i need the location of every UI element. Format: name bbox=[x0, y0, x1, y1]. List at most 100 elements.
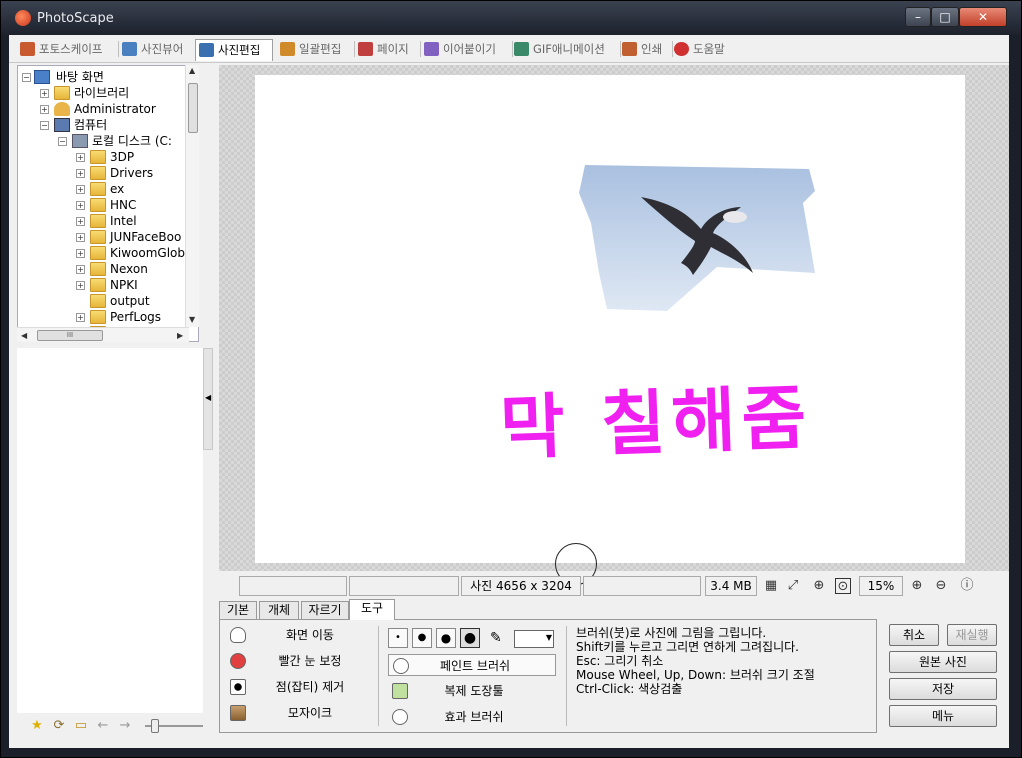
photoscape-logo-icon bbox=[15, 10, 31, 26]
tools-panel: 화면 이동 빨간 눈 보정 점(잡티) 제거 모자이크 • ● ● ● ✎ ▼ … bbox=[219, 619, 877, 733]
batch-tab-icon bbox=[280, 42, 295, 56]
main-content: 포토스케이프 사진뷰어 사진편집 일괄편집 페이지 이어붙이기 GIF애니메이션… bbox=[9, 35, 1009, 748]
brush-size-3[interactable]: ● bbox=[436, 628, 456, 648]
gif-tab-icon bbox=[514, 42, 529, 56]
editor-tabs: 기본 개체 자르기 도구 bbox=[219, 599, 419, 620]
image-dimensions: 사진 4656 x 3204 bbox=[461, 576, 581, 596]
scroll-thumb[interactable]: III bbox=[37, 330, 103, 341]
tab-editor[interactable]: 사진편집 bbox=[195, 39, 273, 61]
tab-crop[interactable]: 자르기 bbox=[301, 601, 349, 619]
photo-canvas[interactable]: 막 칠해줌 bbox=[255, 75, 965, 563]
tab-basic[interactable]: 기본 bbox=[219, 601, 257, 619]
folder-icon bbox=[90, 230, 106, 244]
collapse-icon[interactable]: − bbox=[58, 137, 67, 146]
help-text: 브러쉬(붓)로 사진에 그림을 그립니다. Shift키를 누르고 그리면 연하… bbox=[576, 626, 815, 696]
fit-screen-icon[interactable]: ⤢ bbox=[785, 578, 801, 594]
app-window: PhotoScape – □ ✕ 포토스케이프 사진뷰어 사진편집 일괄편집 페… bbox=[0, 0, 1022, 758]
scroll-thumb[interactable] bbox=[188, 83, 198, 133]
page-tab-icon bbox=[358, 42, 373, 56]
tab-combine[interactable]: 이어붙이기 bbox=[421, 39, 513, 61]
pan-tool[interactable]: 화면 이동 bbox=[230, 624, 380, 646]
mosaic-tool[interactable]: 모자이크 bbox=[230, 702, 380, 724]
user-icon bbox=[54, 102, 70, 116]
scroll-up-icon[interactable]: ▲ bbox=[189, 66, 195, 75]
tab-photoscape[interactable]: 포토스케이프 bbox=[17, 39, 119, 61]
folder-icon bbox=[90, 310, 106, 324]
effect-brush-tool[interactable]: 효과 브러쉬 bbox=[388, 706, 556, 728]
tree-vertical-scrollbar[interactable]: ▲ ▼ bbox=[185, 65, 199, 327]
tab-help[interactable]: 도움말 bbox=[671, 39, 737, 61]
scroll-down-icon[interactable]: ▼ bbox=[189, 315, 195, 324]
spot-removal-tool[interactable]: 점(잡티) 제거 bbox=[230, 676, 380, 698]
folder-icon bbox=[90, 262, 106, 276]
refresh-icon[interactable]: ⟳ bbox=[51, 718, 67, 734]
brush-color-picker[interactable]: ▼ bbox=[514, 630, 554, 648]
original-photo-button[interactable]: 원본 사진 bbox=[889, 651, 997, 673]
library-icon bbox=[54, 86, 70, 100]
folder-tree[interactable]: − 바탕 화면 + 라이브러리 + Administrator − 컴퓨터 − 로컬 디스… bbox=[17, 65, 199, 342]
tab-gif[interactable]: GIF애니메이션 bbox=[511, 39, 621, 61]
info-icon[interactable]: ⓘ bbox=[959, 578, 975, 594]
title-bar[interactable]: PhotoScape – □ ✕ bbox=[1, 1, 1021, 35]
collapse-icon[interactable]: − bbox=[22, 73, 31, 82]
spot-icon bbox=[230, 679, 246, 695]
seagull-photo bbox=[579, 165, 815, 311]
tab-tools[interactable]: 도구 bbox=[349, 599, 395, 620]
tab-object[interactable]: 개체 bbox=[259, 601, 299, 619]
menu-button[interactable]: 메뉴 bbox=[889, 705, 997, 727]
back-arrow-icon[interactable]: ← bbox=[95, 718, 111, 734]
left-toolbar: ★ ⟳ ▭ ← → bbox=[17, 713, 209, 739]
expand-icon[interactable]: + bbox=[40, 105, 49, 114]
folder-open-icon[interactable]: ▭ bbox=[73, 718, 89, 734]
paint-brush-tool[interactable]: 페인트 브러쉬 bbox=[388, 654, 556, 676]
checker-bg-icon[interactable]: ▦ bbox=[763, 578, 779, 594]
actual-size-icon[interactable]: ⊕ bbox=[811, 578, 827, 594]
scroll-left-icon[interactable]: ◀ bbox=[21, 331, 27, 340]
effect-brush-icon bbox=[392, 709, 408, 725]
zoom-in-icon[interactable]: ⊕ bbox=[909, 578, 925, 594]
tab-batch[interactable]: 일괄편집 bbox=[277, 39, 355, 61]
collapse-left-icon: ◀ bbox=[205, 393, 212, 402]
eyedropper-icon[interactable]: ✎ bbox=[490, 630, 502, 646]
combine-tab-icon bbox=[424, 42, 439, 56]
canvas-area[interactable]: 막 칠해줌 bbox=[219, 65, 1009, 585]
maximize-button[interactable]: □ bbox=[931, 7, 959, 27]
scroll-right-icon[interactable]: ▶ bbox=[177, 331, 183, 340]
separator bbox=[566, 626, 567, 726]
expand-icon[interactable]: + bbox=[40, 89, 49, 98]
slider-knob[interactable] bbox=[151, 719, 159, 733]
star-icon[interactable]: ★ bbox=[29, 718, 45, 734]
zoom-out-icon[interactable]: ⊖ bbox=[933, 578, 949, 594]
zoom-fit-icon[interactable]: ⊙ bbox=[835, 578, 851, 594]
brush-size-1[interactable]: • bbox=[388, 628, 408, 648]
editor-tab-icon bbox=[199, 43, 214, 57]
hand-icon bbox=[230, 627, 246, 643]
red-eye-tool[interactable]: 빨간 눈 보정 bbox=[230, 650, 380, 672]
desktop-icon bbox=[34, 70, 50, 84]
redo-button[interactable]: 재실행 bbox=[947, 624, 997, 646]
close-button[interactable]: ✕ bbox=[959, 7, 1007, 27]
panel-splitter[interactable]: ◀ bbox=[203, 348, 213, 450]
forward-arrow-icon[interactable]: → bbox=[117, 718, 133, 734]
mosaic-icon bbox=[230, 705, 246, 721]
window-title: PhotoScape bbox=[37, 11, 114, 26]
thumbnail-pane[interactable] bbox=[17, 348, 203, 714]
brush-size-2[interactable]: ● bbox=[412, 628, 432, 648]
tab-viewer[interactable]: 사진뷰어 bbox=[119, 39, 199, 61]
clone-stamp-tool[interactable]: 복제 도장툴 bbox=[388, 680, 556, 702]
brush-size-4[interactable]: ● bbox=[460, 628, 480, 648]
undo-button[interactable]: 취소 bbox=[889, 624, 939, 646]
computer-icon bbox=[54, 118, 70, 132]
tab-page[interactable]: 페이지 bbox=[355, 39, 421, 61]
thumbnail-size-slider[interactable] bbox=[145, 719, 203, 733]
folder-icon bbox=[90, 198, 106, 212]
tab-print[interactable]: 인쇄 bbox=[619, 39, 673, 61]
stamp-icon bbox=[392, 683, 408, 699]
tree-horizontal-scrollbar[interactable]: ◀ III ▶ bbox=[17, 327, 189, 342]
minimize-button[interactable]: – bbox=[905, 7, 931, 27]
folder-icon bbox=[90, 182, 106, 196]
save-button[interactable]: 저장 bbox=[889, 678, 997, 700]
status-cell bbox=[583, 576, 701, 596]
collapse-icon[interactable]: − bbox=[40, 121, 49, 130]
main-tab-strip: 포토스케이프 사진뷰어 사진편집 일괄편집 페이지 이어붙이기 GIF애니메이션… bbox=[9, 35, 1009, 63]
